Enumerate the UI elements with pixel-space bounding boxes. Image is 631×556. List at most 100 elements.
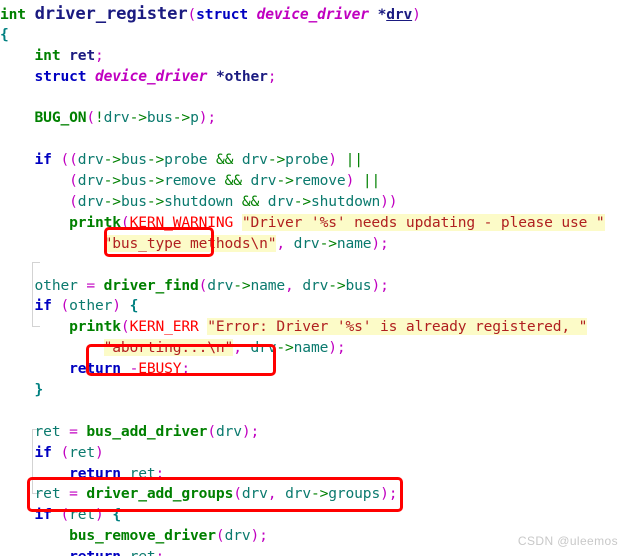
- code-line-19: }: [0, 380, 631, 401]
- code-line-8: if ((drv->bus->probe && drv->probe) ||: [0, 150, 631, 171]
- code-line-6: BUG_ON(!drv->bus->p);: [0, 108, 631, 129]
- token-semicolon: ;: [207, 109, 216, 127]
- code-line-14: other = driver_find(drv->name, drv->bus)…: [0, 276, 631, 297]
- token-arrow: ->: [293, 193, 311, 211]
- token-keyword-if: if: [34, 297, 52, 315]
- token-semicolon: ;: [259, 527, 268, 545]
- token-paren: ): [345, 172, 355, 190]
- token-param-drv: drv: [386, 6, 413, 23]
- token-ident-bus: bus: [120, 172, 147, 190]
- token-paren: ): [328, 339, 337, 357]
- token-semicolon: ;: [95, 46, 104, 64]
- token-paren: (: [207, 422, 216, 440]
- token-arrow: ->: [146, 151, 165, 169]
- code-line-4: struct device_driver *other;: [0, 67, 631, 88]
- token-ident-drv: drv: [215, 422, 242, 440]
- token-ident-p: p: [190, 109, 199, 127]
- token-paren: (: [69, 193, 78, 211]
- token-paren: ): [371, 234, 381, 252]
- token-ident-bus: bus: [120, 151, 147, 169]
- token-semicolon: ;: [267, 67, 277, 85]
- token-semicolon: ;: [155, 548, 164, 556]
- token-ident-bus: bus: [120, 193, 147, 211]
- token-var-ret: ret: [69, 443, 96, 461]
- token-ident-bus: bus: [146, 109, 173, 127]
- token-fn-bus-remove-driver: bus_remove_driver: [69, 527, 216, 545]
- token-ident-name: name: [293, 339, 329, 357]
- token-var-other: other: [69, 297, 113, 315]
- token-paren: (: [69, 172, 78, 190]
- token-ident-drv: drv: [293, 234, 320, 252]
- token-and: &&: [215, 151, 234, 169]
- code-line-2: {: [0, 25, 631, 46]
- token-keyword-struct: struct: [196, 6, 248, 23]
- token-star: *: [377, 6, 387, 23]
- token-ident-drv: drv: [103, 109, 130, 127]
- token-ident-drv: drv: [77, 193, 104, 211]
- token-paren: ): [412, 6, 421, 23]
- annotation-box-bus-add-driver: [86, 344, 276, 376]
- token-ident-shutdown: shutdown: [164, 193, 234, 211]
- token-macro-bug-on: BUG_ON: [34, 109, 87, 127]
- code-line-16: printk(KERN_ERR "Error: Driver '%s' is a…: [0, 317, 631, 338]
- csdn-watermark: CSDN @uleemos: [517, 534, 618, 548]
- token-assign: =: [69, 422, 78, 440]
- token-arrow: ->: [328, 276, 346, 294]
- token-and: &&: [241, 193, 260, 211]
- token-keyword-struct: struct: [34, 67, 87, 85]
- token-comma: ,: [285, 276, 294, 294]
- token-paren: (: [86, 109, 96, 127]
- code-line-3: int ret;: [0, 46, 631, 67]
- token-ident-drv: drv: [207, 276, 234, 294]
- token-paren: (: [198, 276, 208, 294]
- source-code-listing[interactable]: int driver_register(struct device_driver…: [0, 0, 631, 556]
- token-paren: (: [215, 527, 225, 545]
- token-arrow: ->: [276, 339, 294, 357]
- token-star: *other: [215, 67, 268, 85]
- token-paren: ): [241, 422, 251, 440]
- token-ident-remove: remove: [164, 172, 216, 190]
- token-semicolon: ;: [380, 276, 389, 294]
- code-line-27: return ret;: [0, 547, 631, 556]
- token-paren: )): [380, 193, 398, 211]
- token-ident-drv: drv: [250, 172, 277, 190]
- token-close-brace: }: [34, 381, 44, 399]
- annotation-box-kobject-uevent: [27, 477, 403, 512]
- token-fn-bus-add-driver: bus_add_driver: [86, 422, 208, 440]
- token-or: ||: [345, 151, 363, 169]
- token-ident-name: name: [336, 234, 372, 252]
- token-ident-drv: drv: [77, 172, 104, 190]
- token-ident-probe: probe: [285, 151, 329, 169]
- code-screenshot: int driver_register(struct device_driver…: [0, 0, 631, 556]
- token-arrow: ->: [276, 172, 294, 190]
- token-arrow: ->: [146, 193, 165, 211]
- token-paren: ((: [60, 151, 78, 169]
- token-ident-shutdown: shutdown: [311, 193, 381, 211]
- token-paren: (: [187, 6, 197, 23]
- token-paren: ): [371, 276, 381, 294]
- token-arrow: ->: [129, 109, 147, 127]
- token-arrow: ->: [267, 151, 286, 169]
- token-ident-drv: drv: [302, 276, 329, 294]
- token-semicolon: ;: [380, 234, 389, 252]
- token-paren: ): [112, 297, 121, 315]
- token-arrow: ->: [319, 234, 337, 252]
- token-keyword-int: int: [0, 6, 26, 23]
- token-fn-driver-register: driver_register: [34, 4, 188, 24]
- token-arrow: ->: [103, 172, 121, 190]
- code-line-1: int driver_register(struct device_driver…: [0, 4, 631, 25]
- token-ident-probe: probe: [164, 151, 208, 169]
- code-line-15: if (other) {: [0, 296, 631, 317]
- token-paren: (: [120, 318, 130, 336]
- token-ident-drv: drv: [224, 527, 251, 545]
- token-or: ||: [362, 172, 381, 190]
- token-paren: ): [250, 527, 260, 545]
- token-ident-drv: drv: [77, 151, 104, 169]
- token-string-error-already-registered: "Error: Driver '%s' is already registere…: [207, 318, 588, 336]
- token-paren: (: [60, 297, 70, 315]
- token-var-other: other: [34, 276, 78, 294]
- code-line-12: "bus_type methods\n", drv->name);: [0, 234, 631, 255]
